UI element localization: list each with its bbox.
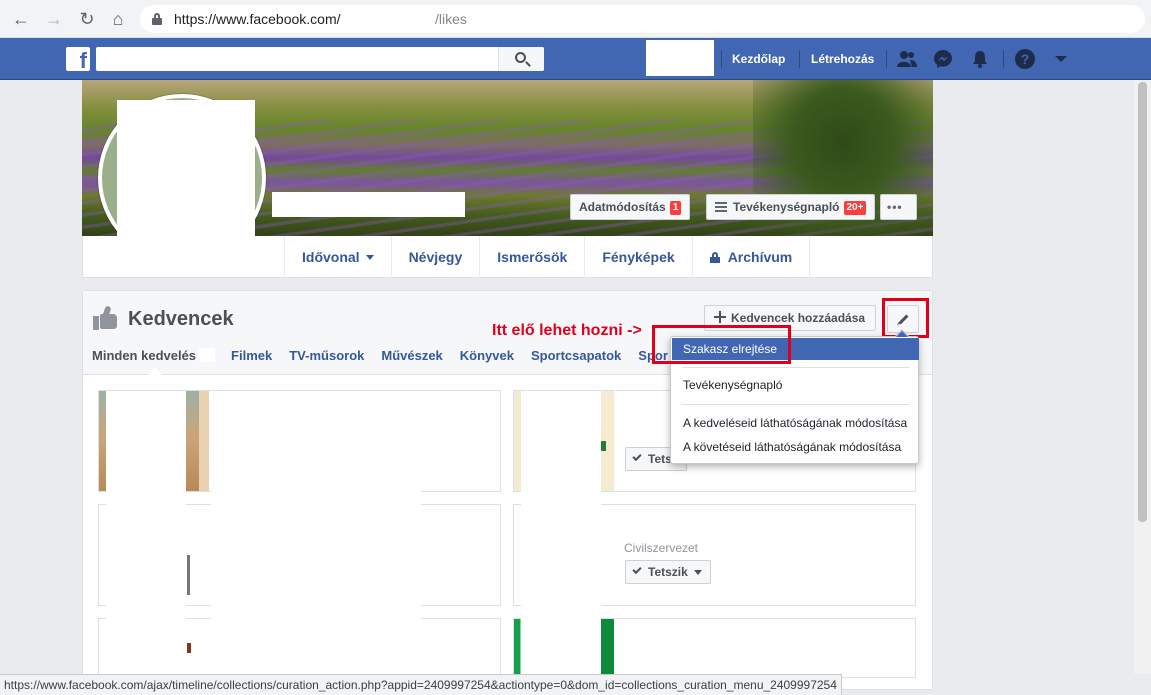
url-host: https://www.facebook.com/	[174, 11, 341, 27]
svg-text:?: ?	[1021, 51, 1030, 67]
redaction	[106, 391, 186, 681]
check-icon	[632, 451, 642, 462]
tab-friends[interactable]: Ismerősök	[480, 236, 586, 278]
page-thumbnail[interactable]	[187, 555, 190, 595]
add-favorites-label: Kedvencek hozzáadása	[731, 311, 866, 325]
menu-item-follows-visibility[interactable]: A követéseid láthatóságának módosítása	[672, 436, 919, 458]
search-button[interactable]	[498, 47, 544, 71]
annotation-text: Itt elő lehet hozni ->	[492, 322, 642, 339]
lock-icon	[152, 13, 162, 25]
tab-friends-label: Ismerősök	[497, 249, 568, 265]
subtab-all-likes[interactable]: Minden kedvelés	[92, 348, 216, 363]
check-icon	[632, 564, 642, 575]
subtab-all-likes-label: Minden kedvelés	[92, 348, 197, 363]
forward-arrow-icon[interactable]: →	[43, 8, 65, 30]
annotation-highlight-box	[652, 325, 791, 364]
tab-photos[interactable]: Fényképek	[585, 236, 693, 278]
tab-archive[interactable]: Archívum	[693, 236, 811, 278]
list-icon	[715, 202, 727, 212]
profile-picture-redaction	[117, 100, 255, 265]
redaction	[521, 391, 601, 681]
menu-separator	[682, 367, 909, 368]
activity-log-badge: 20+	[843, 201, 867, 215]
scrollbar-thumb[interactable]	[1138, 82, 1147, 522]
browser-toolbar: ← → ↻ ⌂ https://www.facebook.com/ /likes	[0, 0, 1151, 38]
facebook-header: f Kezdőlap Létrehozás ?	[0, 38, 1151, 80]
url-path: /likes	[435, 11, 467, 27]
search-input[interactable]	[96, 47, 544, 71]
tab-timeline-label: Idővonal	[302, 249, 360, 265]
page-thumbnail-edge	[199, 391, 209, 491]
home-link[interactable]: Kezdőlap	[732, 52, 785, 66]
edit-info-badge: 1	[669, 201, 682, 215]
like-button[interactable]: Tetszik	[625, 560, 711, 584]
divider	[1003, 50, 1004, 68]
redaction	[211, 391, 421, 681]
page-category: Civilszervezet	[624, 541, 699, 555]
divider	[721, 50, 722, 68]
lock-icon	[709, 252, 720, 263]
menu-separator	[682, 404, 909, 405]
activity-log-label: Tevékenységnapló	[733, 200, 840, 214]
activity-log-button[interactable]: Tevékenységnapló 20+	[706, 194, 876, 220]
page-thumbnail[interactable]	[187, 643, 191, 653]
subtab-tv-shows[interactable]: TV-műsorok	[289, 348, 364, 363]
profile-name-redaction	[272, 192, 465, 217]
browser-status-bar: https://www.facebook.com/ajax/timeline/c…	[0, 674, 842, 695]
address-bar[interactable]: https://www.facebook.com/ /likes	[140, 5, 1145, 33]
divider	[799, 50, 800, 68]
edit-info-button[interactable]: Adatmódosítás 1	[570, 194, 691, 220]
subtab-artists[interactable]: Művészek	[381, 348, 442, 363]
menu-item-likes-visibility[interactable]: A kedveléseid láthatóságának módosítása	[672, 412, 919, 434]
favorites-subtabs: Minden kedvelés Filmek TV-műsorok Művész…	[92, 348, 685, 363]
divider	[886, 50, 887, 68]
like-button-label: Tetszik	[648, 565, 688, 579]
notifications-bell-icon[interactable]	[970, 49, 990, 69]
edit-info-label: Adatmódosítás	[579, 200, 666, 214]
subtab-movies[interactable]: Filmek	[231, 348, 272, 363]
subtab-books[interactable]: Könyvek	[460, 348, 514, 363]
search-icon	[515, 52, 526, 63]
menu-item-activity-log[interactable]: Tevékenységnapló	[672, 374, 919, 396]
count-redaction	[199, 348, 216, 362]
chevron-down-icon	[365, 255, 374, 260]
more-dots-icon: •••	[887, 200, 903, 214]
dropdown-arrow-fill	[896, 331, 908, 337]
active-subtab-pointer	[148, 368, 162, 375]
reload-icon[interactable]: ↻	[76, 8, 98, 30]
back-arrow-icon[interactable]: ←	[10, 8, 32, 30]
tab-archive-label: Archívum	[727, 249, 793, 265]
create-link[interactable]: Létrehozás	[811, 52, 874, 66]
tab-photos-label: Fényképek	[602, 249, 675, 265]
profile-tabs: Idővonal Névjegy Ismerősök Fényképek Arc…	[284, 236, 811, 278]
facebook-logo-icon[interactable]: f	[66, 47, 90, 71]
account-menu-caret-icon[interactable]	[1051, 49, 1071, 69]
chevron-down-icon	[693, 570, 702, 575]
help-icon[interactable]: ?	[1015, 49, 1035, 69]
favorites-title: Kedvencek	[128, 308, 234, 330]
tab-about[interactable]: Névjegy	[392, 236, 481, 278]
tab-timeline[interactable]: Idővonal	[285, 236, 392, 278]
subtab-sports-teams[interactable]: Sportcsapatok	[531, 348, 621, 363]
friend-requests-icon[interactable]	[897, 49, 917, 69]
home-icon[interactable]: ⌂	[107, 8, 129, 30]
tab-about-label: Névjegy	[408, 249, 463, 265]
like-thumb-icon	[93, 305, 119, 330]
messenger-icon[interactable]	[933, 49, 953, 69]
more-options-button[interactable]: •••	[880, 194, 917, 220]
profile-link[interactable]	[646, 40, 714, 76]
plus-icon	[714, 311, 726, 323]
